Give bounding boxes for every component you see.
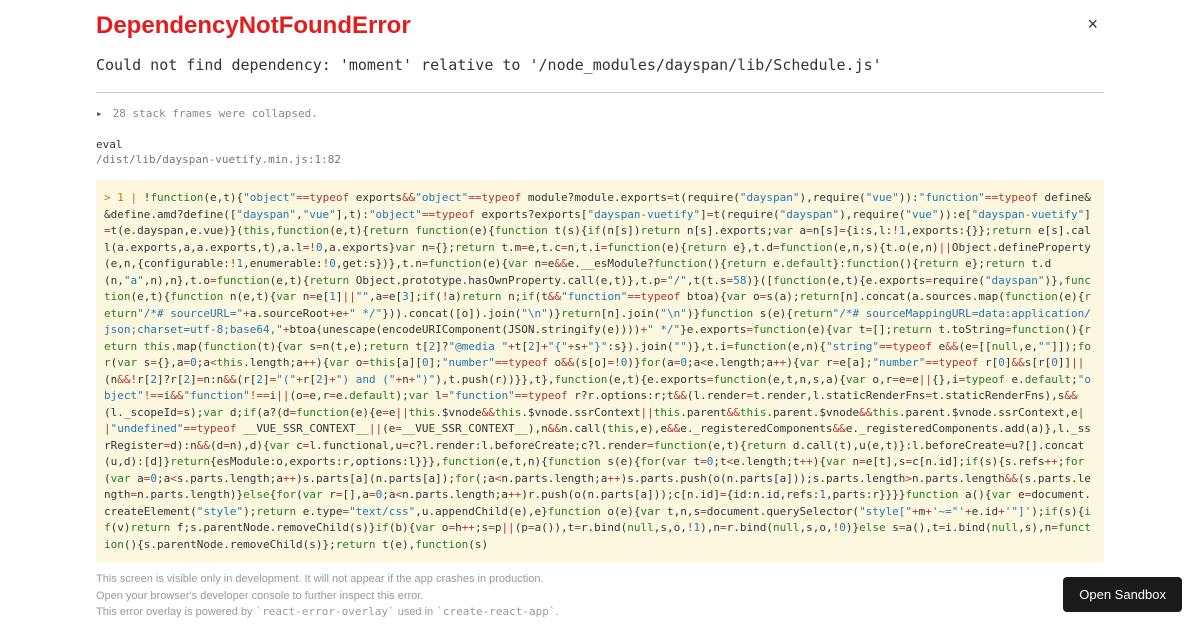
error-title: DependencyNotFoundError [96, 12, 411, 40]
stack-collapsed-label: 28 stack frames were collapsed. [113, 107, 318, 120]
stack-collapsed-toggle[interactable]: ▸ 28 stack frames were collapsed. [96, 107, 1104, 120]
footer-line-1: This screen is visible only in developme… [96, 571, 1104, 588]
open-sandbox-button[interactable]: Open Sandbox [1063, 577, 1182, 612]
error-message: Could not find dependency: 'moment' rela… [96, 56, 1104, 74]
divider [96, 92, 1104, 93]
chevron-right-icon: ▸ [96, 107, 106, 120]
footer-line-2: Open your browser's developer console to… [96, 588, 1104, 605]
close-icon[interactable]: × [1081, 12, 1104, 37]
code-preview: > 1 | !function(e,t){"object"==typeof ex… [96, 180, 1104, 563]
stack-frame-title: eval [96, 138, 1104, 151]
stack-frame-path: /dist/lib/dayspan-vuetify.min.js:1:82 [96, 153, 1104, 166]
footer-help: This screen is visible only in developme… [96, 571, 1104, 621]
footer-line-3: This error overlay is powered by `react-… [96, 604, 1104, 621]
